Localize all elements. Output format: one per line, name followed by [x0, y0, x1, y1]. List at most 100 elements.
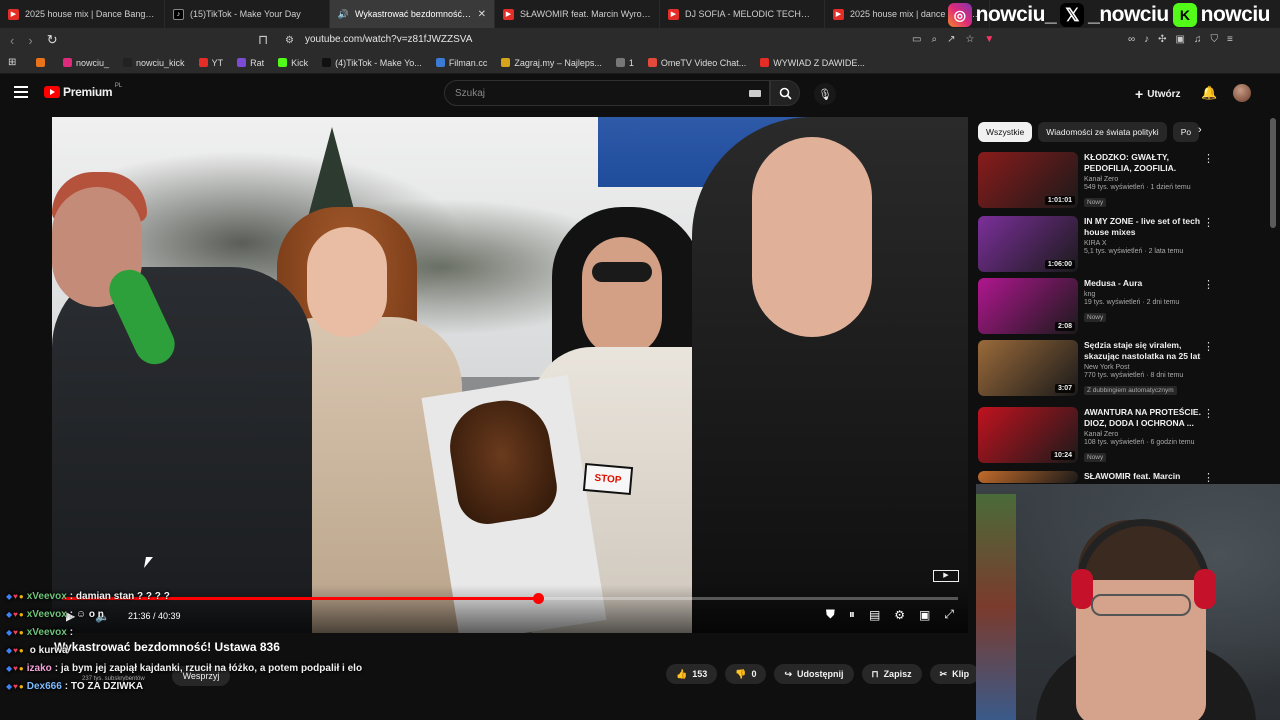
bookmark-item[interactable] [36, 58, 49, 67]
star-icon[interactable]: ☆ [965, 34, 974, 45]
video-thumbnail[interactable]: 3:07 [978, 340, 1078, 396]
close-icon[interactable]: ✕ [478, 9, 486, 20]
video-thumbnail[interactable]: 2:08 [978, 278, 1078, 334]
recommendation-item[interactable]: 3:07 Sędzia staje się viralem, skazując n… [978, 340, 1218, 398]
search-button[interactable] [770, 80, 800, 106]
chat-message: ◆ ♥ ● xVeevox: [6, 624, 362, 642]
browser-tab[interactable]: ♪ (15)TikTok - Make Your Day [165, 0, 330, 28]
menu-icon[interactable] [14, 86, 28, 98]
recommendation-badge: Nowy [1084, 198, 1107, 207]
clip-button[interactable]: ✂ Klip [929, 664, 980, 684]
site-settings-icon[interactable]: ⚙ [285, 35, 294, 46]
subtitles-icon[interactable]: ▤ [869, 608, 880, 622]
more-vert-icon[interactable]: ⋮ [1203, 278, 1214, 291]
video-thumbnail[interactable]: 1:06:00 [978, 216, 1078, 272]
share-button[interactable]: ↪ Udostępnij [774, 664, 854, 684]
bookmark-item[interactable]: (4)TikTok - Make Yo... [322, 58, 422, 68]
chat-text: : [69, 627, 74, 638]
logo-text: Premium [63, 85, 113, 99]
like-button[interactable]: 👍 153 [666, 664, 718, 684]
zoom-icon[interactable]: ⌕ [931, 34, 937, 45]
video-thumbnail[interactable]: 10:24 [978, 407, 1078, 463]
bookmark-item[interactable]: Zagraj.my – Najleps... [501, 58, 602, 68]
recommendation-channel[interactable]: KIRA X [1084, 240, 1206, 247]
filter-chip[interactable]: Wiadomości ze świata polityki [1038, 122, 1167, 142]
share-icon[interactable]: ↗ [947, 34, 955, 45]
search-input[interactable]: Szukaj [444, 80, 770, 106]
cast-icon[interactable]: ▭ [912, 34, 921, 45]
extension-icon[interactable]: ∞ [1128, 34, 1135, 45]
sponsorblock-icon[interactable]: ⛊ [826, 607, 835, 622]
chevron-right-icon[interactable]: › [1198, 124, 1202, 136]
recommendation-badge: Nowy [1084, 313, 1107, 322]
apps-grid-icon[interactable]: ⊞ [8, 57, 16, 68]
media-icon[interactable]: ♫ [1194, 34, 1202, 45]
bookmark-item[interactable]: Rat [237, 58, 264, 68]
more-vert-icon[interactable]: ⋮ [1203, 471, 1214, 484]
browser-tab[interactable]: ▶ SŁAWOMIR feat. Marcin Wyrostek - B [495, 0, 660, 28]
recommendation-views: 549 tys. wyświetleń · 1 dzień temu [1084, 184, 1191, 191]
miniplayer-icon[interactable]: ▣ [919, 608, 930, 622]
reload-icon[interactable]: ↻ [47, 32, 58, 48]
browser-tab[interactable]: ▶ 2025 house mix | Dance Bangers - Yo [0, 0, 165, 28]
bookmark-item[interactable]: 1 [615, 58, 634, 68]
autoplay-toggle-icon[interactable]: ⏸ [849, 607, 855, 622]
dislike-button[interactable]: 👎 0 [725, 664, 767, 684]
recommendation-item[interactable]: 2:08 Medusa - Aura kng 19 tys. wyświetleń ·… [978, 278, 1218, 336]
bookmark-item[interactable]: nowciu_kick [123, 58, 185, 68]
recommendation-item[interactable]: 10:24 AWANTURA NA PROTEŚCIE. DIOZ, DODA I… [978, 407, 1218, 465]
video-person-face [582, 237, 662, 357]
filter-chip[interactable]: Po [1172, 122, 1200, 142]
bookmark-item[interactable]: Filman.cc [435, 58, 487, 68]
recommendation-channel[interactable]: Kanał Zero [1084, 431, 1206, 438]
browser-tab[interactable]: 🔊 Wykastrować bezdomność! U ✕ [330, 0, 495, 28]
sidebar-icon[interactable]: ▣ [1176, 34, 1185, 45]
bookmark-item[interactable]: OmeTV Video Chat... [647, 58, 746, 68]
shield-icon[interactable]: ⛉ [1210, 34, 1218, 45]
recommendation-item[interactable]: 1:06:00 IN MY ZONE - live set of tech hou… [978, 216, 1218, 274]
bookmark-item[interactable]: nowciu_ [63, 58, 109, 68]
logo-country-badge: PL [114, 83, 123, 89]
save-button[interactable]: ⊓ Zapisz [861, 664, 922, 684]
create-button[interactable]: + Utwórz [1135, 86, 1181, 102]
bookmark-item[interactable]: Kick [278, 58, 308, 68]
fullscreen-icon[interactable]: ⤢ [944, 607, 954, 622]
address-bar: ‹ › ↻ ⊓ ⚙ youtube.com/watch?v=z81fJWZZSV… [0, 28, 1280, 52]
more-vert-icon[interactable]: ⋮ [1203, 152, 1214, 165]
notifications-bell-icon[interactable]: 🔔 [1201, 85, 1217, 101]
extension-icon[interactable]: ♪ [1144, 34, 1149, 45]
settings-gear-icon[interactable]: ⚙ [894, 608, 905, 622]
youtube-logo[interactable]: Premium PL [44, 83, 122, 99]
keyboard-icon[interactable] [749, 90, 761, 97]
bookmark-item[interactable]: WYWIAD Z DAWIDE... [760, 58, 865, 68]
extensions-icon[interactable]: ✣ [1158, 34, 1166, 45]
recommendation-item[interactable]: 1:01:01 KŁODZKO: GWAŁTY, PEDOFILIA, ZOOFI… [978, 152, 1218, 210]
chat-text: : ☺ o n [69, 609, 104, 620]
filter-chip[interactable]: Wszystkie [978, 122, 1033, 142]
more-vert-icon[interactable]: ⋮ [1203, 340, 1214, 353]
more-vert-icon[interactable]: ⋮ [1203, 407, 1214, 420]
forward-icon[interactable]: › [28, 33, 32, 48]
menu-icon[interactable]: ≡ [1227, 34, 1233, 45]
brave-icon[interactable]: ▼ [984, 34, 994, 45]
video-thumbnail[interactable]: 1:01:01 [978, 152, 1078, 208]
recommendation-channel[interactable]: kng [1084, 291, 1206, 298]
avatar[interactable] [1233, 84, 1251, 102]
more-vert-icon[interactable]: ⋮ [1203, 216, 1214, 229]
scrollbar[interactable] [1270, 118, 1276, 228]
recommendation-channel[interactable]: Kanał Zero [1084, 176, 1206, 183]
channel-watermark[interactable]: ▶ [933, 570, 959, 582]
recommendation-views: 19 tys. wyświetleń · 2 dni temu [1084, 299, 1180, 306]
url-field[interactable]: youtube.com/watch?v=z81fJWZZSVA [305, 34, 472, 45]
duration-badge: 1:01:01 [1044, 196, 1075, 205]
bookmark-page-icon[interactable]: ⊓ [258, 32, 268, 48]
browser-tab[interactable]: ▶ DJ SOFIA - MELODIC TECHNO & FU [660, 0, 825, 28]
progress-scrubber[interactable] [532, 593, 544, 604]
recommendation-channel[interactable]: New York Post [1084, 364, 1206, 371]
voice-search-button[interactable]: 🎙 [814, 83, 836, 105]
back-icon[interactable]: ‹ [10, 33, 14, 48]
video-frame[interactable]: ZW MA STOP [52, 117, 968, 633]
bookmark-item[interactable]: YT [198, 58, 223, 68]
video-thumbnail[interactable] [978, 471, 1078, 483]
dislike-count: 0 [751, 669, 757, 679]
